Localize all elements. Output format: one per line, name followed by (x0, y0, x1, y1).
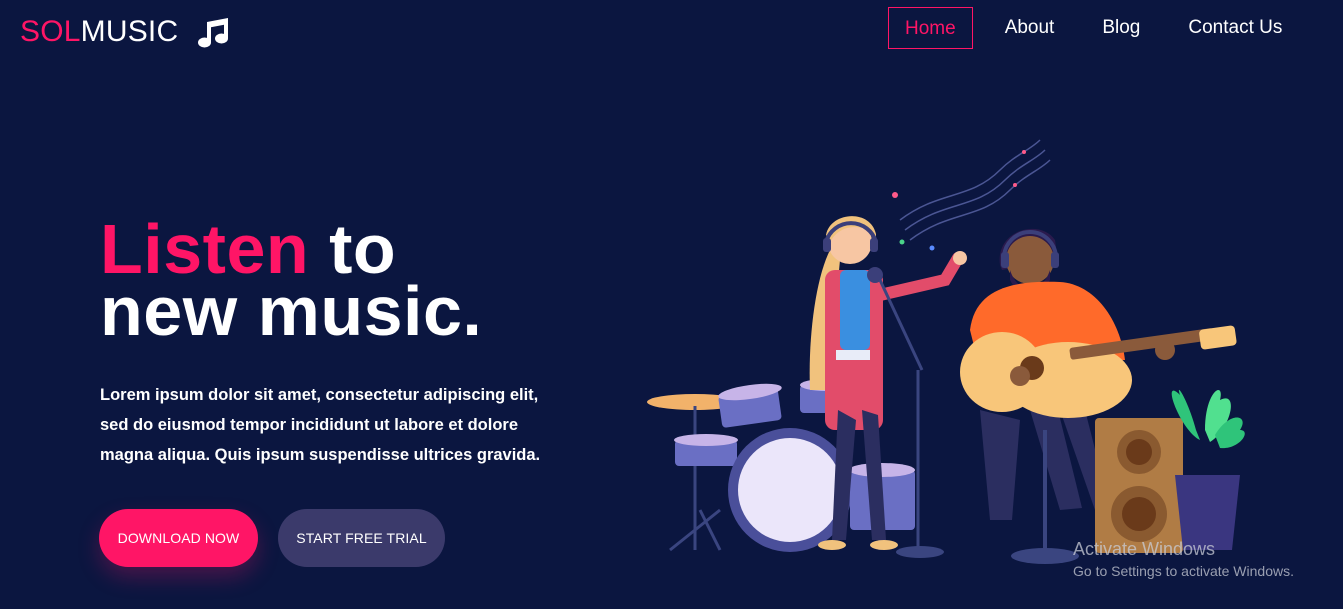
main-nav: Home About Blog Contact Us (888, 6, 1314, 50)
logo-accent-text: SOL (20, 15, 81, 48)
nav-contact-link[interactable]: Contact Us (1172, 7, 1298, 49)
start-free-trial-button[interactable]: START FREE TRIAL (278, 509, 445, 567)
nav-home-link[interactable]: Home (888, 7, 973, 49)
download-now-button[interactable]: DOWNLOAD NOW (99, 509, 258, 567)
brand-logo[interactable]: SOL MUSIC (20, 14, 232, 50)
hero-title: Listen to new music. (100, 214, 482, 346)
band-illustration (640, 130, 1260, 570)
hero-title-line-2: new music. (100, 272, 483, 350)
music-notes-decoration (899, 139, 1051, 241)
music-note-icon (196, 14, 232, 50)
nav-about-link[interactable]: About (989, 7, 1071, 49)
nav-blog-link[interactable]: Blog (1086, 7, 1156, 49)
watermark-subtitle: Go to Settings to activate Windows. (1073, 563, 1294, 579)
hero-description: Lorem ipsum dolor sit amet, consectetur … (100, 386, 541, 464)
logo-main-text: MUSIC (80, 15, 179, 48)
watermark-title: Activate Windows (1073, 539, 1216, 559)
activate-windows-watermark: Activate Windows Go to Settings to activ… (1073, 538, 1294, 581)
